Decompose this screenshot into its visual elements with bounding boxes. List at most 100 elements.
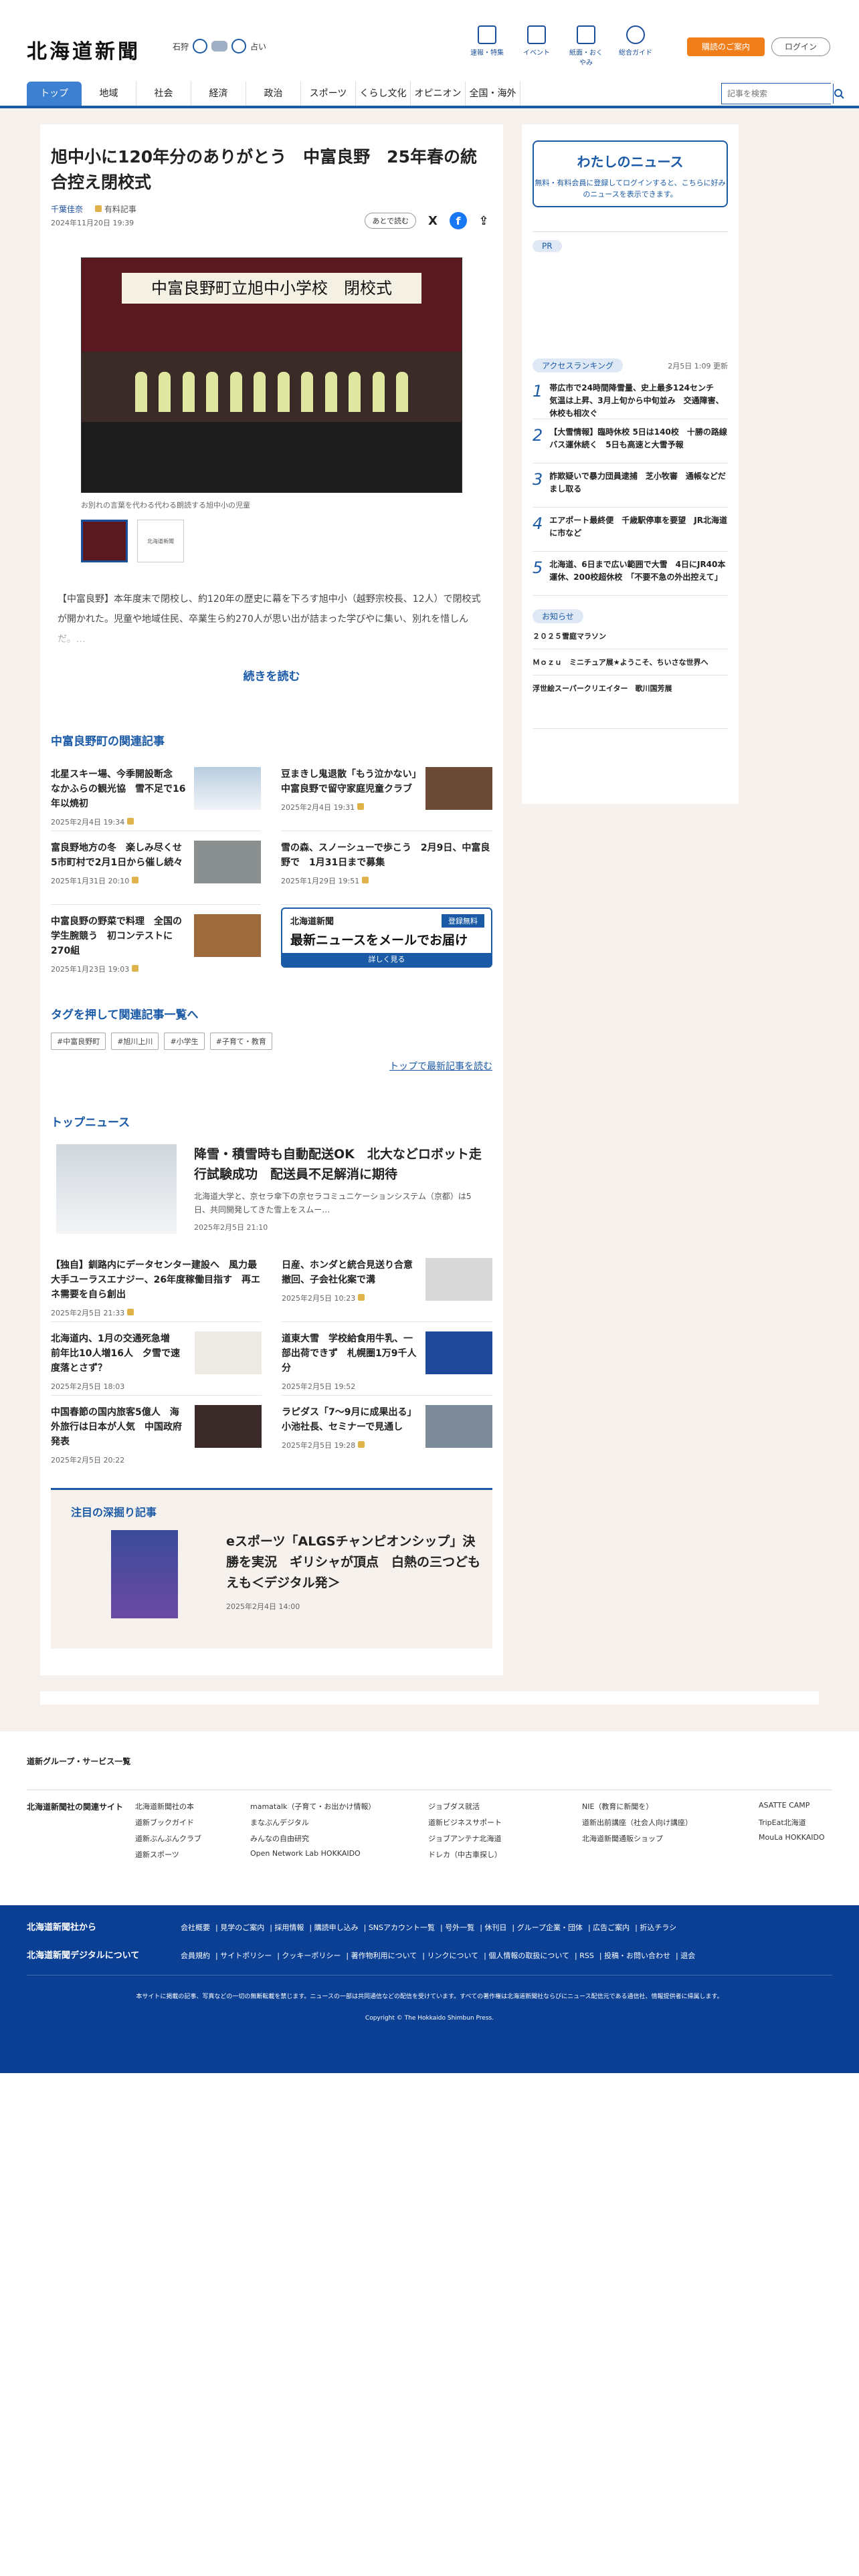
footer-link[interactable]: 会社概要 xyxy=(181,1923,210,1932)
list-item[interactable]: 富良野地方の冬 楽しみ尽くせ 5市町村で2月1日から催し続々 2025年1月31日… xyxy=(51,831,261,905)
x-share-icon[interactable]: X xyxy=(424,212,442,229)
footer-link[interactable]: 北海道新聞通販ショップ xyxy=(582,1833,759,1844)
list-item[interactable]: ラピダス「7～9月に成果出る」 小池社長、セミナーで見通し 2025年2月5日 1… xyxy=(282,1396,492,1469)
thumbnail-2[interactable]: 北海道新聞 xyxy=(137,520,184,562)
nav-breaking[interactable]: 速報・特集 xyxy=(468,25,506,67)
footer-link[interactable]: サイトポリシー xyxy=(220,1951,272,1960)
footer-link[interactable]: 採用情報 xyxy=(274,1923,304,1932)
newsletter-ad[interactable]: 北海道新聞 登録無料 最新ニュースをメールでお届け 詳しく見る xyxy=(281,907,492,968)
footer-link[interactable]: 道新ブックガイド xyxy=(135,1817,250,1828)
list-item[interactable]: 日産、ホンダと統合見送り合意撤回、子会社化案で溝 2025年2月5日 10:23 xyxy=(282,1249,492,1322)
nav-guide[interactable]: 総合ガイド xyxy=(617,25,654,67)
my-news-box[interactable]: わたしのニュース 無料・有料会員に登録してログインすると、こちらに好みのニュース… xyxy=(533,140,728,207)
ranking-item[interactable]: 1 帯広市で24時間降雪量、史上最多124センチ 気温は上昇、3月上旬から中旬並み… xyxy=(533,375,728,419)
footer-link[interactable]: 道新スポーツ xyxy=(135,1849,250,1860)
footer-link[interactable]: RSS xyxy=(579,1951,594,1960)
nav-paper[interactable]: 紙面・おくやみ xyxy=(567,25,605,67)
footer-link[interactable]: TripEat北海道 xyxy=(759,1817,832,1828)
facebook-share-icon[interactable]: f xyxy=(450,212,467,229)
nav-tab-society[interactable]: 社会 xyxy=(136,82,191,106)
footer-link[interactable]: 見学のご案内 xyxy=(220,1923,264,1932)
list-item[interactable]: 豆まきし鬼退散「もう泣かない」 中富良野で留守家庭児童クラブ 2025年2月4日 … xyxy=(281,758,492,831)
list-item[interactable]: 【独自】釧路内にデータセンター建設へ 風力最大手ユーラスエナジー、26年度稼働目… xyxy=(51,1249,262,1322)
footer-link[interactable]: 北海道新聞社の本 xyxy=(135,1801,250,1812)
list-item[interactable]: 中国春節の国内旅客5億人 海外旅行は日本が人気 中国政府発表 2025年2月5日 … xyxy=(51,1396,262,1469)
footer-link[interactable]: ジョブアンテナ北海道 xyxy=(428,1833,582,1844)
footer-link[interactable]: 退会 xyxy=(680,1951,695,1960)
deep-dive[interactable]: 注目の深掘り記事 eスポーツ「ALGSチャンピオンシップ」決勝を実況 ギリシャが… xyxy=(51,1488,492,1648)
footer-link[interactable]: クッキーポリシー xyxy=(282,1951,341,1960)
topnews-main[interactable]: 降雪・積雪時も自動配送OK 北大などロボット走行試験成功 配送員不足解消に期待 … xyxy=(51,1139,492,1239)
nav-tab-local[interactable]: 地域 xyxy=(82,82,136,106)
nav-tab-world[interactable]: 全国・海外 xyxy=(466,82,520,106)
footer-link[interactable]: ドレカ（中古車探し） xyxy=(428,1849,582,1860)
ranking-item[interactable]: 3 詐欺疑いで暴力団員逮捕 芝小牧審 通帳などだまし取る xyxy=(533,463,728,508)
site-logo[interactable]: 北海道新聞 xyxy=(27,35,140,64)
footer-link[interactable]: MouLa HOKKAIDO xyxy=(759,1833,832,1844)
list-item[interactable]: 北海道内、1月の交通死急増 前年比10人増16人 夕雪で速度落とさず？ 2025年… xyxy=(51,1322,262,1396)
nav-tab-politics[interactable]: 政治 xyxy=(246,82,301,106)
login-button[interactable]: ログイン xyxy=(771,37,830,56)
subscribe-button[interactable]: 購読のご案内 xyxy=(687,37,765,56)
ranking-item[interactable]: 5 北海道、6日まで広い範囲で大雪 4日にJR40本運休、200校超休校 「不要不… xyxy=(533,552,728,596)
tag-chip[interactable]: #中富良野町 xyxy=(51,1033,106,1050)
search-input[interactable] xyxy=(722,84,833,104)
footer-link[interactable]: SNSアカウント一覧 xyxy=(369,1923,435,1932)
footer-link[interactable]: まなぶんデジタル xyxy=(250,1817,428,1828)
footer-link[interactable]: 休刊日 xyxy=(484,1923,506,1932)
footer-link[interactable]: 会員規約 xyxy=(181,1951,210,1960)
footer-link[interactable]: 広告ご案内 xyxy=(593,1923,630,1932)
footer-link[interactable]: Open Network Lab HOKKAIDO xyxy=(250,1849,428,1860)
list-item[interactable]: 北星スキー場、今季開設断念 なかふらの観光協 雪不足で16年以焼初 2025年2月… xyxy=(51,758,261,831)
nav-tab-top[interactable]: トップ xyxy=(27,82,82,106)
share-icon[interactable]: ⇪ xyxy=(475,212,492,229)
footer-link[interactable]: ASATTE CAMP xyxy=(759,1801,832,1812)
tag-chip[interactable]: #旭川上川 xyxy=(111,1033,159,1050)
ranking-item[interactable]: 4 エアポート最終便 千歳駅停車を要望 JR北海道に市など xyxy=(533,508,728,552)
nav-events[interactable]: イベント xyxy=(518,25,555,67)
author-name[interactable]: 千葉佳奈 xyxy=(51,203,83,215)
info-item[interactable]: ２０２５雪庭マラソン xyxy=(533,623,728,649)
footer-link[interactable]: 購読申し込み xyxy=(314,1923,359,1932)
footer-link[interactable]: グループ企業・団体 xyxy=(517,1923,583,1932)
article-photo[interactable]: 中富良野町立旭中小学校 閉校式 xyxy=(81,257,462,493)
ranking-heading[interactable]: アクセスランキング xyxy=(533,358,624,372)
latest-link[interactable]: トップで最新記事を読む xyxy=(51,1059,492,1073)
footer-link[interactable]: みんなの自由研究 xyxy=(250,1833,428,1844)
search-button[interactable] xyxy=(833,84,844,104)
nav-tab-sports[interactable]: スポーツ xyxy=(301,82,356,106)
footer-link[interactable]: 投稿・お問い合わせ xyxy=(604,1951,670,1960)
lock-icon xyxy=(362,877,369,883)
category-nav: トップ 地域 社会 経済 政治 スポーツ くらし文化 オピニオン 全国・海外 xyxy=(0,75,859,108)
group-heading[interactable]: 道新グループ・サービス一覧 xyxy=(27,1755,832,1767)
info-heading[interactable]: お知らせ xyxy=(533,609,583,623)
info-item[interactable]: Ｍｏｚｕ ミニチュア展★ようこそ、ちいさな世界へ xyxy=(533,649,728,675)
nav-tab-culture[interactable]: くらし文化 xyxy=(356,82,411,106)
list-item[interactable]: 雪の森、スノーシューで歩こう 2月9日、中富良野で 1月31日まで募集 2025年… xyxy=(281,831,492,905)
tag-chip[interactable]: #子育て・教育 xyxy=(209,1033,272,1050)
footer-link[interactable]: ジョブダス就活 xyxy=(428,1801,582,1812)
weather-widget[interactable]: 石狩 占い xyxy=(173,39,266,53)
tag-chip[interactable]: #小学生 xyxy=(164,1033,205,1050)
footer-link[interactable]: 号外一覧 xyxy=(445,1923,474,1932)
footer-link[interactable]: リンクについて xyxy=(427,1951,478,1960)
footer-link[interactable]: mamatalk（子育て・お出かけ情報） xyxy=(250,1801,428,1812)
footer-link[interactable]: 道新ビジネスサポート xyxy=(428,1817,582,1828)
nav-tab-opinion[interactable]: オピニオン xyxy=(411,82,466,106)
footer-link[interactable]: NIE（教育に新聞を） xyxy=(582,1801,759,1812)
read-more-link[interactable]: 続きを読む xyxy=(51,667,492,683)
info-item[interactable]: 浮世絵スーパークリエイター 歌川国芳展 xyxy=(533,675,728,729)
footer-link[interactable]: 著作物利用について xyxy=(351,1951,417,1960)
thumbnail-1[interactable] xyxy=(81,520,128,562)
footer-link[interactable]: 折込チラシ xyxy=(640,1923,676,1932)
ad-button[interactable]: 詳しく見る xyxy=(282,953,491,966)
footer-link[interactable]: 道新出前講座（社会人向け講座） xyxy=(582,1817,759,1828)
read-later-button[interactable]: あとで読む xyxy=(365,213,416,229)
deep-dive-heading[interactable]: 注目の深掘り記事 xyxy=(71,1503,472,1519)
footer-link[interactable]: 個人情報の取扱について xyxy=(488,1951,569,1960)
ranking-item[interactable]: 2 【大雪情報】臨時休校 5日は140校 十勝の路線バス運休続く 5日も高速と大雪… xyxy=(533,419,728,463)
footer-link[interactable]: 道新ぶんぶんクラブ xyxy=(135,1833,250,1844)
nav-tab-economy[interactable]: 経済 xyxy=(191,82,246,106)
list-item[interactable]: 中富良野の野菜で料理 全国の学生腕競う 初コンテストに270組 2025年1月23… xyxy=(51,905,261,978)
list-item[interactable]: 道東大雪 学校給食用牛乳、一部出荷できず 札幌圏1万9千人分 2025年2月5日 … xyxy=(282,1322,492,1396)
